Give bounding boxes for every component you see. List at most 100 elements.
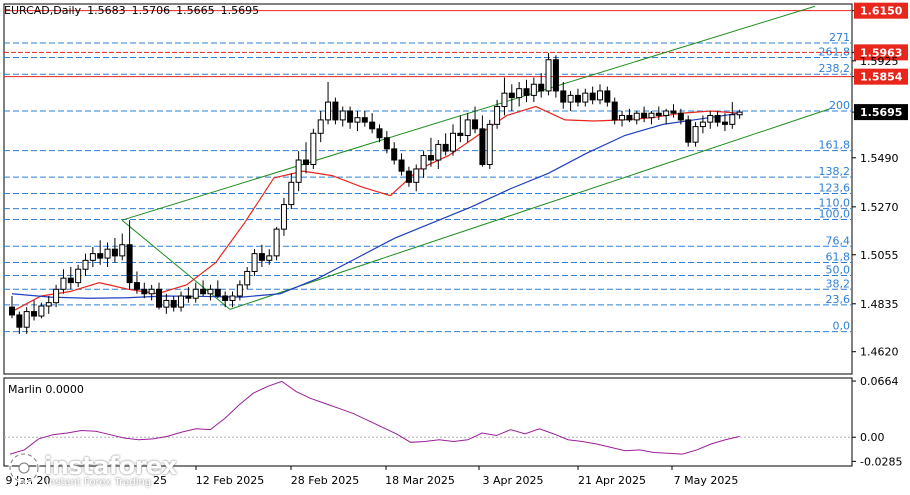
candle (405, 166, 412, 187)
bull-candle-body (23, 311, 30, 328)
bear-candle-body (457, 132, 464, 137)
bear-candle-body (303, 159, 309, 165)
bear-candle-body (508, 92, 515, 99)
bear-candle-body (552, 59, 559, 92)
candle (111, 238, 118, 263)
price-tick-label: 1.5270 (860, 201, 899, 214)
bear-candle-body (133, 282, 140, 290)
bull-candle-body (486, 123, 493, 165)
chart-root: 271 261,8 238,2 200 161,8 138,2 123,6 110,0 100,… (0, 0, 910, 492)
bull-candle-body (663, 110, 670, 116)
bull-candle-body (692, 126, 699, 143)
bear-candle-body (523, 88, 530, 96)
trend-channel (121, 5, 831, 310)
bear-candle-body (200, 288, 207, 295)
candle (670, 104, 677, 118)
bull-candle-body (494, 106, 501, 125)
price-highlight-label: 1.5695 (860, 106, 902, 119)
bull-candle-body (413, 168, 420, 183)
bear-candle-body (347, 110, 354, 123)
bull-candle-body (82, 259, 89, 270)
fib-level-label: 76,4 (826, 234, 851, 247)
bull-candle-body (435, 143, 442, 161)
bull-candle-body (38, 305, 45, 317)
bear-candle-body (604, 90, 611, 103)
bull-candle-body (567, 94, 574, 103)
indicator-tick-label: 0.00 (860, 431, 885, 444)
bull-candle-body (325, 101, 332, 121)
candle (332, 97, 339, 125)
bull-candle-body (163, 299, 170, 308)
bull-candle-body (45, 302, 52, 307)
candle (82, 253, 89, 276)
bull-candle-body (280, 204, 287, 230)
chart-header: EURCAD,Daily 1.5683 1.5706 1.5665 1.5695 (4, 4, 265, 17)
bull-candle-body (354, 117, 361, 123)
candle (244, 267, 251, 290)
bear-candle-body (332, 101, 339, 121)
time-tick-label: 28 Feb 2025 (291, 474, 359, 487)
bull-candle-body (501, 92, 508, 108)
bear-candle-body (479, 128, 486, 165)
bear-candle-body (641, 112, 648, 119)
candle (258, 244, 265, 268)
bear-candle-body (369, 121, 376, 130)
bull-candle-body (266, 255, 273, 261)
indicator-label: Marlin 0.0000 (8, 383, 84, 396)
moving-average-line (11, 112, 740, 299)
candle (413, 164, 420, 192)
candle (251, 249, 258, 276)
candle (383, 131, 390, 154)
candle (486, 119, 493, 169)
bull-candle-body (53, 288, 60, 304)
bull-candle-body (229, 295, 236, 301)
bear-candle-body (677, 112, 684, 121)
price-tick-label: 1.4835 (860, 298, 899, 311)
indicator-tick-label: -0.0285 (860, 455, 902, 468)
fib-level-label: 238,2 (819, 62, 851, 75)
candle (545, 53, 552, 96)
candle (23, 307, 30, 334)
time-tick-label: 18 Mar 2025 (385, 474, 455, 487)
candle (97, 240, 104, 265)
candle (508, 84, 515, 111)
bear-candle-body (31, 311, 38, 317)
bear-candle-body (538, 83, 545, 92)
bull-candle-body (251, 253, 258, 272)
bull-candle-body (633, 112, 640, 121)
bear-candle-body (126, 244, 133, 284)
bear-candle-body (258, 253, 265, 261)
fib-level-label: 100,0 (819, 208, 851, 221)
bear-candle-body (574, 94, 581, 103)
chart-frame (3, 3, 853, 467)
bear-candle-body (16, 314, 23, 328)
bull-candle-body (464, 119, 471, 137)
candle (126, 220, 133, 290)
bull-candle-body (736, 111, 743, 116)
price-chart-svg: 271261,8238,2200161,8138,2123,6110,0100,… (3, 2, 908, 487)
watermark-slogan: Instant Forex Trading (46, 477, 152, 488)
candle (163, 293, 170, 314)
fib-level-label: 161,8 (819, 139, 851, 152)
bull-candle-body (60, 277, 67, 290)
fib-level-label: 50,0 (826, 263, 851, 276)
candle (391, 142, 398, 165)
candle (729, 102, 736, 129)
candle (560, 82, 567, 109)
candle (310, 128, 317, 169)
bear-candle-body (9, 306, 15, 316)
candle (523, 79, 530, 103)
candle (325, 82, 332, 125)
candle (714, 110, 721, 127)
bear-candle-body (670, 110, 677, 114)
candle (442, 133, 449, 156)
instaforex-watermark: instaforex Instant Forex Trading (6, 446, 182, 490)
bull-candle-body (450, 132, 456, 152)
price-axis: 1.61501.59631.59251.58541.56951.54901.52… (852, 2, 908, 359)
bull-candle-body (530, 83, 537, 96)
bear-candle-body (655, 112, 662, 116)
bull-candle-body (75, 268, 82, 284)
fib-level-label: 61,8 (826, 251, 851, 264)
candle (604, 86, 611, 107)
candle (354, 110, 361, 132)
